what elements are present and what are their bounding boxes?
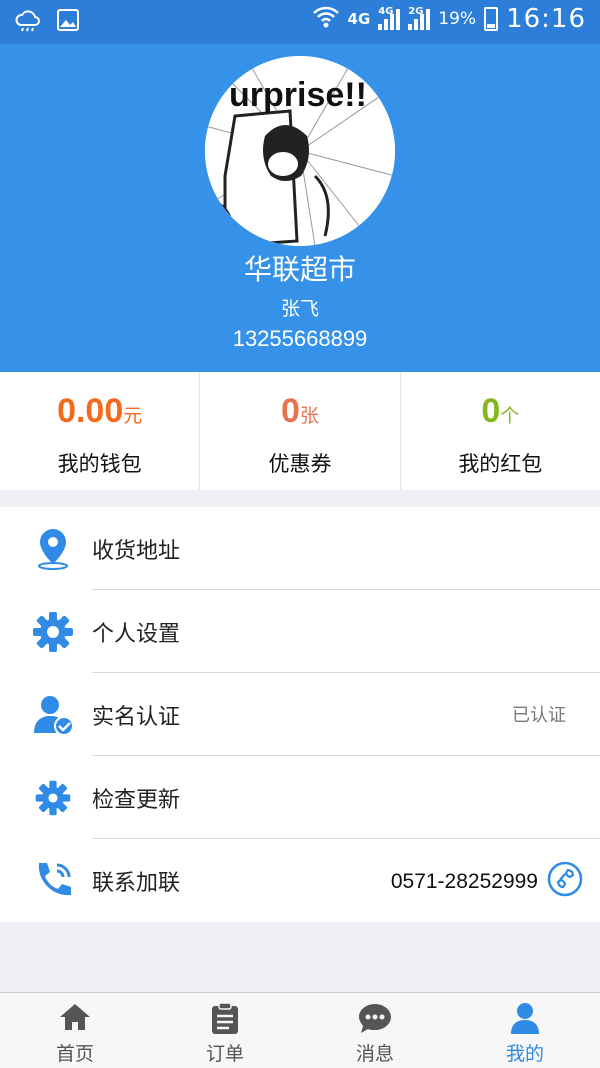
coupon-count: 0	[281, 392, 300, 430]
avatar[interactable]: urprise!!	[205, 56, 395, 246]
status-bar: 4G 4G 2G 19% 16:16	[0, 0, 600, 44]
wifi-icon	[312, 5, 340, 33]
location-pin-icon	[30, 526, 76, 572]
menu-label-check-update: 检查更新	[92, 788, 181, 813]
wallet-stat[interactable]: 0.00元 我的钱包	[0, 372, 201, 490]
signal-icon-2: 2G	[408, 6, 431, 30]
cloud-icon	[14, 8, 42, 38]
gear-icon	[30, 609, 76, 655]
verified-user-icon	[30, 692, 76, 738]
coupon-unit: 张	[299, 405, 319, 427]
menu-label-personal-settings: 个人设置	[92, 622, 181, 647]
battery-icon	[484, 7, 499, 31]
image-icon	[56, 8, 80, 38]
wallet-amount: 0.00	[57, 392, 124, 430]
coupon-label: 优惠券	[268, 452, 332, 476]
person-icon	[450, 1001, 600, 1035]
tab-messages[interactable]: 消息	[300, 993, 450, 1068]
coupon-stat[interactable]: 0张 优惠券	[200, 372, 401, 490]
home-icon	[0, 1001, 150, 1035]
avatar-illustration: urprise!!	[205, 56, 395, 246]
signal-network-label-2: 2G	[408, 6, 424, 17]
signal-network-label: 4G	[378, 6, 394, 17]
menu-item-personal-settings[interactable]: 个人设置	[0, 590, 600, 673]
chat-bubble-icon	[300, 1001, 450, 1035]
user-name: 张飞	[280, 298, 319, 320]
user-phone: 13255668899	[232, 326, 368, 351]
battery-percent: 19%	[438, 9, 477, 29]
wallet-label: 我的钱包	[57, 452, 142, 476]
clock: 16:16	[506, 4, 586, 34]
menu-item-address[interactable]: 收货地址	[0, 507, 600, 590]
tab-home[interactable]: 首页	[0, 993, 150, 1068]
red-packet-stat[interactable]: 0个 我的红包	[401, 372, 600, 490]
phone-dial-icon[interactable]	[546, 860, 584, 904]
settings-menu: 收货地址 个人设置 实名认证 已认证 检查更新 联系加联 0571-282529…	[0, 507, 600, 922]
tab-orders[interactable]: 订单	[150, 993, 300, 1068]
menu-label-verification: 实名认证	[92, 705, 181, 730]
red-packet-count: 0	[481, 392, 501, 430]
phone-call-icon	[30, 858, 76, 904]
red-packet-value: 0个	[401, 392, 600, 431]
coupon-value: 0张	[200, 392, 399, 431]
clipboard-icon	[150, 1001, 300, 1035]
menu-item-contact[interactable]: 联系加联 0571-28252999	[0, 839, 600, 922]
tab-label-home: 首页	[55, 1043, 94, 1065]
signal-icon: 4G	[378, 6, 401, 30]
profile-header: urprise!! 华联超市 张飞 13255668899	[0, 44, 600, 372]
wallet-unit: 元	[123, 405, 143, 427]
bottom-tab-bar: 首页 订单 消息 我的	[0, 992, 600, 1068]
wallet-value: 0.00元	[0, 392, 199, 431]
menu-item-check-update[interactable]: 检查更新	[0, 756, 600, 839]
network-type-label: 4G	[347, 10, 371, 28]
shop-name: 华联超市	[243, 253, 356, 286]
avatar-caption: urprise!!	[229, 76, 367, 114]
menu-item-verification[interactable]: 实名认证 已认证	[0, 673, 600, 756]
contact-phone-number: 0571-28252999	[390, 870, 538, 893]
contact-phone[interactable]: 0571-28252999	[391, 860, 584, 904]
menu-label-contact: 联系加联	[92, 871, 181, 896]
red-packet-label: 我的红包	[458, 452, 543, 476]
tab-mine[interactable]: 我的	[450, 993, 600, 1068]
account-stats: 0.00元 我的钱包 0张 优惠券 0个 我的红包	[0, 372, 600, 490]
menu-label-address: 收货地址	[92, 539, 181, 564]
red-packet-unit: 个	[500, 405, 520, 427]
tab-label-orders: 订单	[205, 1043, 244, 1065]
tab-label-messages: 消息	[355, 1043, 394, 1065]
verification-status: 已认证	[512, 705, 566, 726]
update-gear-icon	[30, 775, 76, 821]
tab-label-mine: 我的	[505, 1043, 544, 1065]
